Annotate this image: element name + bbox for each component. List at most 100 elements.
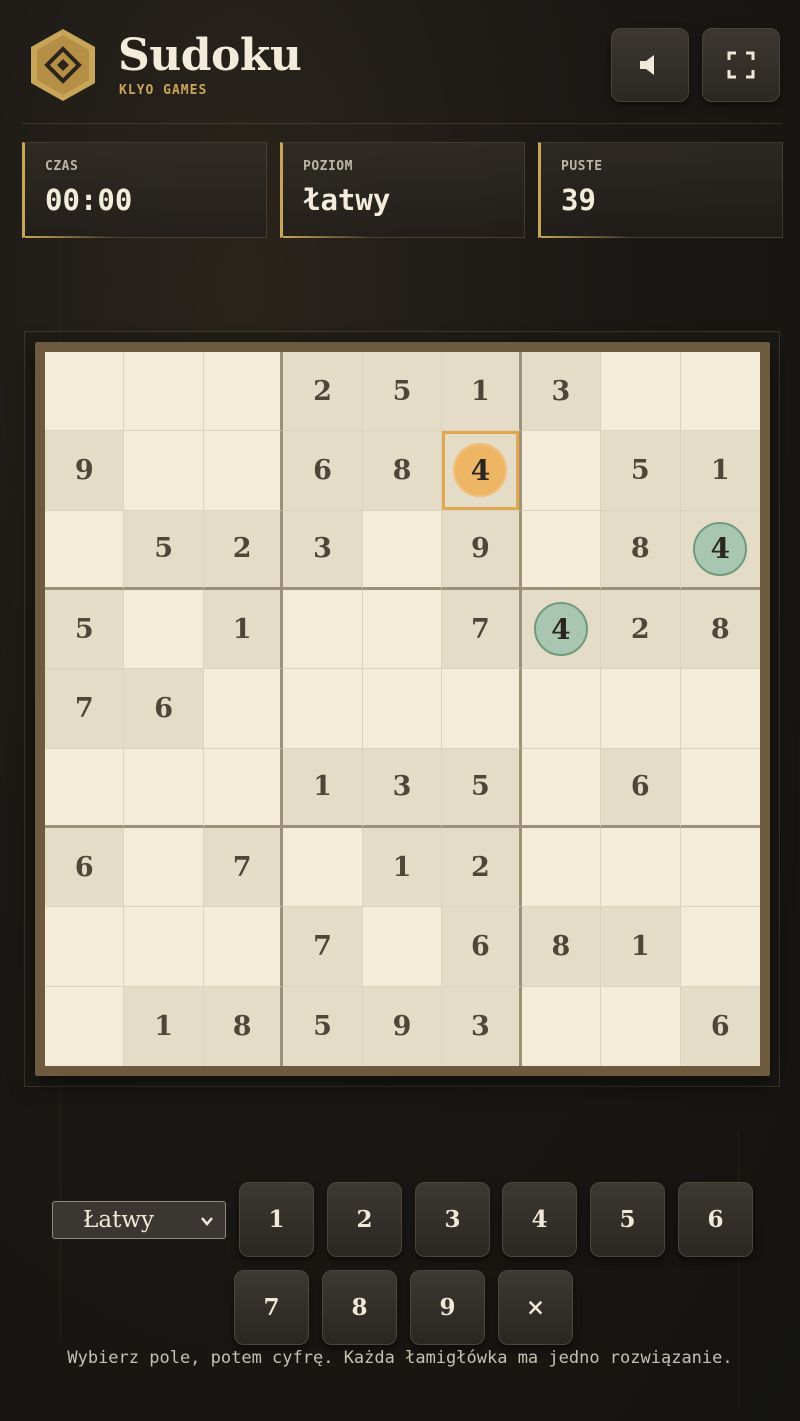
- sudoku-cell-r9c6[interactable]: 3: [442, 986, 522, 1066]
- sudoku-cell-r7c1[interactable]: 6: [45, 828, 125, 908]
- sudoku-cell-r2c2[interactable]: [124, 431, 204, 511]
- sudoku-cell-r3c4[interactable]: 3: [283, 510, 363, 590]
- number-button-6[interactable]: 6: [678, 1182, 753, 1257]
- sudoku-cell-r2c7[interactable]: [521, 431, 602, 511]
- sudoku-cell-r9c2[interactable]: 1: [124, 986, 204, 1066]
- sudoku-cell-r8c4[interactable]: 7: [283, 907, 363, 987]
- sudoku-cell-r6c1[interactable]: [45, 748, 125, 828]
- sudoku-cell-r6c8[interactable]: 6: [601, 748, 681, 828]
- sudoku-cell-r8c6[interactable]: 6: [442, 907, 522, 987]
- sudoku-cell-r2c3[interactable]: [203, 431, 284, 511]
- sudoku-cell-r5c1[interactable]: 7: [45, 669, 125, 749]
- sudoku-cell-r3c2[interactable]: 5: [124, 510, 204, 590]
- sudoku-cell-r8c3[interactable]: [203, 907, 284, 987]
- sudoku-cell-r3c8[interactable]: 8: [601, 510, 681, 590]
- sudoku-cell-r2c8[interactable]: 5: [601, 431, 681, 511]
- sudoku-cell-r8c5[interactable]: [362, 907, 443, 987]
- sudoku-cell-r8c1[interactable]: [45, 907, 125, 987]
- sudoku-cell-r2c4[interactable]: 6: [283, 431, 363, 511]
- sudoku-cell-r3c1[interactable]: [45, 510, 125, 590]
- sudoku-cell-r2c5[interactable]: 8: [362, 431, 443, 511]
- cell-digit: 8: [630, 533, 650, 565]
- sudoku-cell-r1c8[interactable]: [601, 352, 681, 432]
- sudoku-cell-r4c2[interactable]: [124, 590, 204, 670]
- sudoku-cell-r5c2[interactable]: 6: [124, 669, 204, 749]
- sudoku-cell-r9c4[interactable]: 5: [283, 986, 363, 1066]
- sudoku-cell-r8c2[interactable]: [124, 907, 204, 987]
- sudoku-cell-r1c1[interactable]: [45, 352, 125, 432]
- sudoku-cell-r6c4[interactable]: 1: [283, 748, 363, 828]
- sudoku-cell-r4c4[interactable]: [283, 590, 363, 670]
- sudoku-cell-r7c4[interactable]: [283, 828, 363, 908]
- number-button-5[interactable]: 5: [590, 1182, 665, 1257]
- number-button-8[interactable]: 8: [322, 1270, 397, 1345]
- sudoku-cell-r6c3[interactable]: [203, 748, 284, 828]
- cell-digit: 2: [313, 375, 332, 407]
- cell-digit: 2: [630, 613, 650, 645]
- sudoku-cell-r7c2[interactable]: [124, 828, 204, 908]
- sudoku-cell-r8c7[interactable]: 8: [521, 907, 602, 987]
- sudoku-cell-r1c9[interactable]: [680, 352, 760, 432]
- sudoku-cell-r6c6[interactable]: 5: [442, 748, 522, 828]
- sudoku-cell-r5c3[interactable]: [203, 669, 284, 749]
- sudoku-cell-r2c6[interactable]: 4: [442, 431, 522, 511]
- sudoku-cell-r7c3[interactable]: 7: [203, 828, 284, 908]
- sudoku-cell-r2c1[interactable]: 9: [45, 431, 125, 511]
- sudoku-cell-r5c5[interactable]: [362, 669, 443, 749]
- cell-digit: 9: [74, 454, 94, 486]
- sudoku-cell-r7c7[interactable]: [521, 828, 602, 908]
- fullscreen-button[interactable]: [702, 28, 780, 102]
- sudoku-cell-r1c5[interactable]: 5: [362, 352, 443, 432]
- sudoku-cell-r7c6[interactable]: 2: [442, 828, 522, 908]
- cell-digit: 7: [471, 613, 490, 645]
- sudoku-cell-r9c7[interactable]: [521, 986, 602, 1066]
- difficulty-select[interactable]: Łatwy: [52, 1201, 226, 1239]
- sudoku-cell-r1c6[interactable]: 1: [442, 352, 522, 432]
- sudoku-cell-r2c9[interactable]: 1: [680, 431, 760, 511]
- number-button-2[interactable]: 2: [327, 1182, 402, 1257]
- number-button-9[interactable]: 9: [410, 1270, 485, 1345]
- sudoku-cell-r4c3[interactable]: 1: [203, 590, 284, 670]
- sudoku-cell-r4c7[interactable]: 4: [521, 590, 602, 670]
- sudoku-cell-r5c8[interactable]: [601, 669, 681, 749]
- sound-button[interactable]: [611, 28, 689, 102]
- number-button-1[interactable]: 1: [239, 1182, 314, 1257]
- sudoku-cell-r3c7[interactable]: [521, 510, 602, 590]
- number-button-7[interactable]: 7: [234, 1270, 309, 1345]
- sudoku-cell-r4c1[interactable]: 5: [45, 590, 125, 670]
- sudoku-cell-r9c9[interactable]: 6: [680, 986, 760, 1066]
- sudoku-cell-r4c9[interactable]: 8: [680, 590, 760, 670]
- sudoku-cell-r9c8[interactable]: [601, 986, 681, 1066]
- sudoku-cell-r1c3[interactable]: [203, 352, 284, 432]
- sudoku-cell-r7c8[interactable]: [601, 828, 681, 908]
- sudoku-cell-r1c2[interactable]: [124, 352, 204, 432]
- sudoku-cell-r1c7[interactable]: 3: [521, 352, 602, 432]
- number-button-3[interactable]: 3: [415, 1182, 490, 1257]
- sudoku-cell-r6c7[interactable]: [521, 748, 602, 828]
- sudoku-cell-r9c3[interactable]: 8: [203, 986, 284, 1066]
- sudoku-cell-r7c9[interactable]: [680, 828, 760, 908]
- sudoku-cell-r5c4[interactable]: [283, 669, 363, 749]
- sudoku-cell-r3c5[interactable]: [362, 510, 443, 590]
- sudoku-cell-r5c7[interactable]: [521, 669, 602, 749]
- erase-button[interactable]: ×: [498, 1270, 573, 1345]
- sudoku-cell-r5c6[interactable]: [442, 669, 522, 749]
- sudoku-cell-r9c1[interactable]: [45, 986, 125, 1066]
- sudoku-cell-r8c9[interactable]: [680, 907, 760, 987]
- sudoku-cell-r9c5[interactable]: 9: [362, 986, 443, 1066]
- number-button-4[interactable]: 4: [502, 1182, 577, 1257]
- sudoku-cell-r6c9[interactable]: [680, 748, 760, 828]
- sudoku-cell-r8c8[interactable]: 1: [601, 907, 681, 987]
- sudoku-cell-r4c5[interactable]: [362, 590, 443, 670]
- sudoku-cell-r3c6[interactable]: 9: [442, 510, 522, 590]
- sudoku-cell-r1c4[interactable]: 2: [283, 352, 363, 432]
- sudoku-cell-r6c5[interactable]: 3: [362, 748, 443, 828]
- sudoku-cell-r7c5[interactable]: 1: [362, 828, 443, 908]
- sudoku-cell-r6c2[interactable]: [124, 748, 204, 828]
- sudoku-cell-r3c3[interactable]: 2: [203, 510, 284, 590]
- sudoku-cell-r4c6[interactable]: 7: [442, 590, 522, 670]
- sudoku-cell-r5c9[interactable]: [680, 669, 760, 749]
- cell-digit: 6: [154, 692, 174, 724]
- sudoku-cell-r4c8[interactable]: 2: [601, 590, 681, 670]
- sudoku-cell-r3c9[interactable]: 4: [680, 510, 760, 590]
